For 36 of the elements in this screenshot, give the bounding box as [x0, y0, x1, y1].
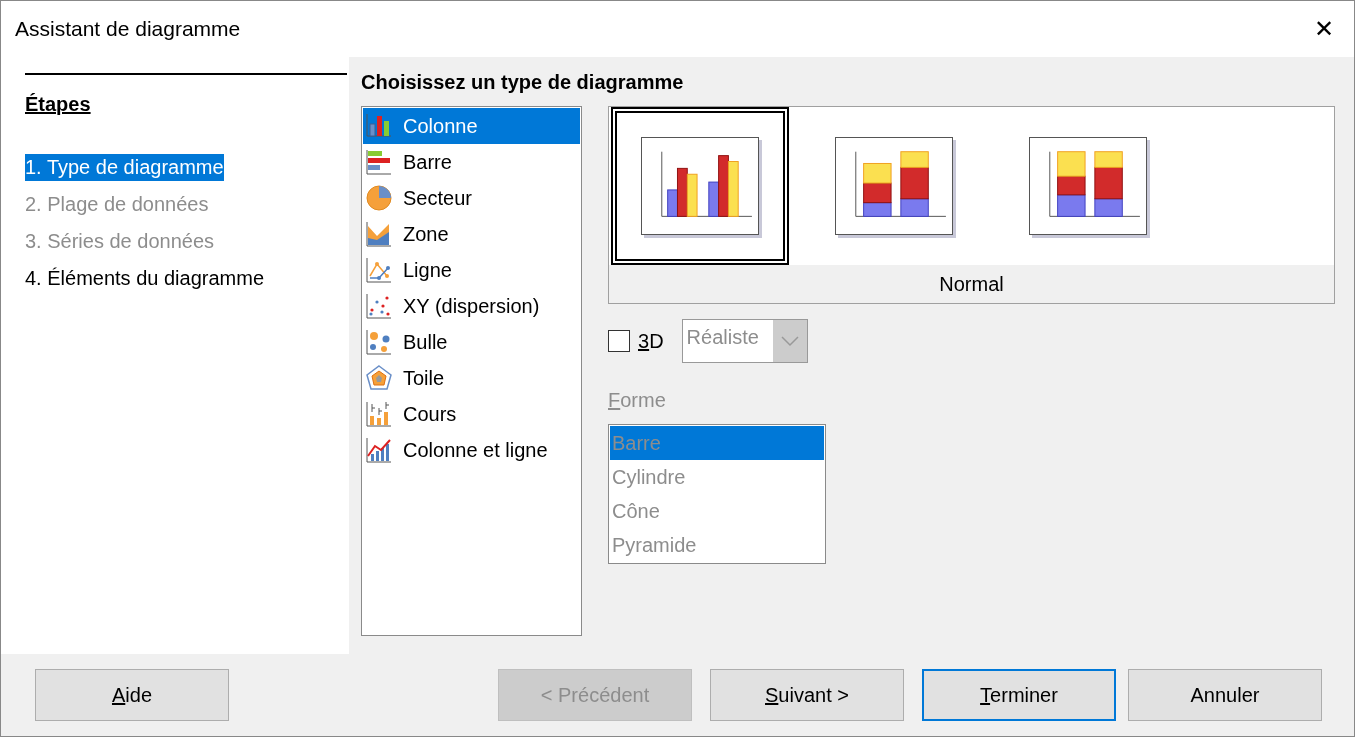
chart-type-item[interactable]: XY (dispersion)	[363, 288, 580, 324]
steps-heading: Étapes	[25, 93, 91, 116]
chart-type-item[interactable]: Barre	[363, 144, 580, 180]
step-item[interactable]: 1. Type de diagramme	[25, 154, 224, 181]
chevron-down-icon	[779, 335, 800, 347]
chart-type-icon	[365, 184, 393, 212]
chart-type-item[interactable]: Secteur	[363, 180, 580, 216]
chart-type-item[interactable]: Colonne et ligne	[363, 432, 580, 468]
chart-type-item[interactable]: Colonne	[363, 108, 580, 144]
chart-type-icon	[365, 328, 393, 356]
chart-type-icon	[365, 220, 393, 248]
chart-type-item[interactable]: Ligne	[363, 252, 580, 288]
chart-type-icon	[365, 256, 393, 284]
chart-type-item[interactable]: Cours	[363, 396, 580, 432]
chart-type-icon	[365, 436, 393, 464]
window-title: Assistant de diagramme	[15, 17, 241, 41]
dialog-button[interactable]: Annuler	[1128, 669, 1322, 721]
step-item[interactable]: 4. Éléments du diagramme	[25, 265, 264, 292]
chart-type-icon	[365, 400, 393, 428]
shape-label: Forme	[608, 389, 667, 412]
dialog-button[interactable]: Terminer	[922, 669, 1116, 721]
section-title: Choisissez un type de diagramme	[361, 71, 685, 94]
variant-caption: Normal	[938, 272, 1005, 296]
chart-type-item[interactable]: Toile	[363, 360, 580, 396]
checkbox-square[interactable]	[608, 330, 630, 352]
chart-type-icon	[365, 364, 393, 392]
chart-type-item[interactable]: Bulle	[363, 324, 580, 360]
chart-type-item[interactable]: Zone	[363, 216, 580, 252]
dialog-button[interactable]: Aide	[35, 669, 229, 721]
chart-type-icon	[365, 292, 393, 320]
chart-type-icon	[365, 148, 393, 176]
close-button[interactable]: ✕	[1306, 13, 1342, 45]
variant-option[interactable]	[611, 107, 789, 265]
dialog-button[interactable]: Suivant >	[710, 669, 904, 721]
three-d-checkbox[interactable]: 3D	[608, 329, 664, 353]
chart-type-icon	[365, 112, 393, 140]
